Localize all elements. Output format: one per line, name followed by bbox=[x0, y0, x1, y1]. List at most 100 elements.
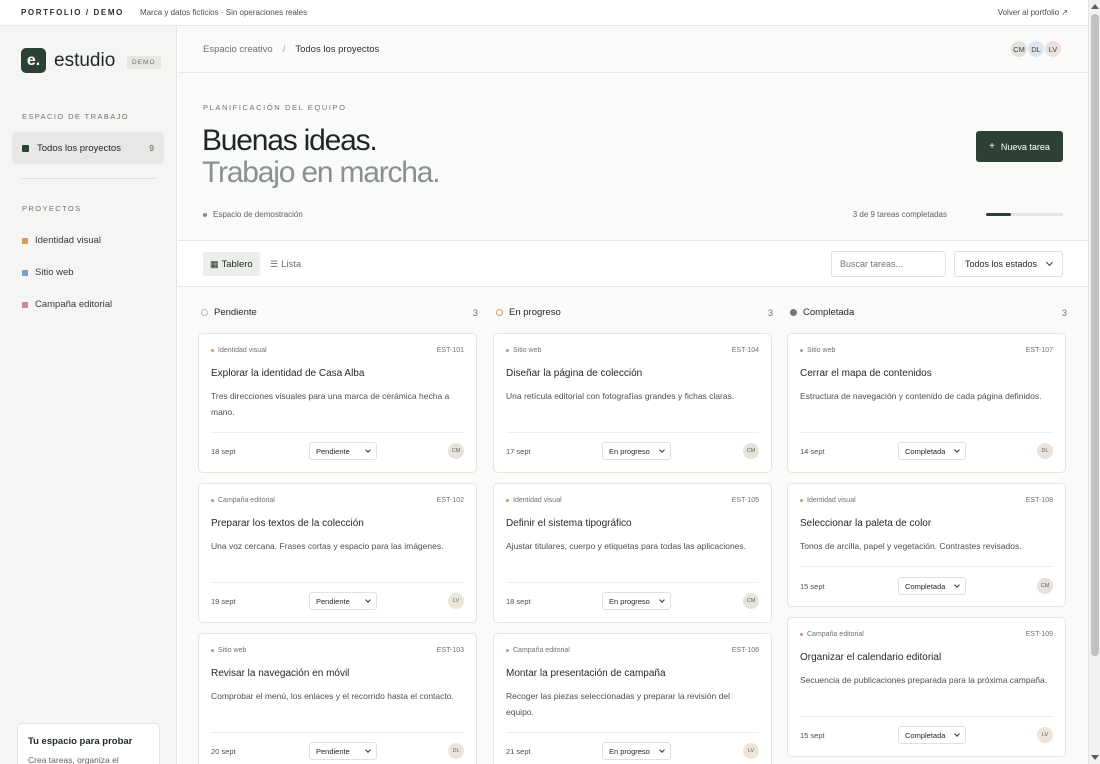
sidebar-item-label: Identidad visual bbox=[35, 235, 102, 246]
folder-icon bbox=[22, 144, 29, 152]
task-card[interactable]: Campaña editorial EST-102 Preparar los tex… bbox=[198, 483, 477, 623]
try-card-title: Tu espacio para probar bbox=[28, 736, 133, 747]
task-assignee-avatar[interactable]: CM bbox=[743, 593, 759, 609]
breadcrumb: Espacio creativo / Todos los proyectos bbox=[203, 44, 379, 55]
status-icon bbox=[201, 309, 208, 316]
avatar[interactable]: CM bbox=[1010, 40, 1028, 58]
tab-label: Tablero bbox=[221, 258, 253, 270]
task-tag: Campaña editorial bbox=[211, 497, 275, 504]
sidebar-item-label: Campaña editorial bbox=[35, 299, 113, 310]
task-assignee-avatar[interactable]: LV bbox=[1037, 727, 1053, 743]
task-status-value: En progreso bbox=[609, 596, 650, 606]
task-title[interactable]: Preparar los textos de la colección bbox=[211, 518, 364, 529]
task-status-select[interactable]: Pendiente bbox=[309, 742, 377, 760]
task-status-value: Completada bbox=[905, 581, 946, 591]
breadcrumb-item[interactable]: Espacio creativo bbox=[203, 44, 273, 55]
app-logo[interactable]: e. estudio bbox=[21, 48, 115, 73]
task-assignee-avatar[interactable]: LV bbox=[448, 593, 464, 609]
task-card[interactable]: Sitio web EST-104 Diseñar la página de col… bbox=[493, 333, 772, 473]
tab-board[interactable]: ▦ Tablero bbox=[203, 252, 260, 276]
task-tag-label: Campaña editorial bbox=[807, 631, 864, 638]
task-status-select[interactable]: Pendiente bbox=[309, 442, 377, 460]
task-code: EST-107 bbox=[1025, 347, 1053, 354]
task-assignee-avatar[interactable]: CM bbox=[448, 443, 464, 459]
project-dot-icon bbox=[506, 349, 509, 352]
task-tag: Campaña editorial bbox=[800, 631, 864, 638]
task-status-select[interactable]: Completada bbox=[898, 726, 966, 744]
scroll-up-icon[interactable] bbox=[1091, 4, 1099, 9]
sidebar-item-all-projects[interactable]: Todos los proyectos 9 bbox=[12, 132, 164, 164]
column-count: 3 bbox=[767, 307, 773, 318]
task-assignee-avatar[interactable]: DL bbox=[1037, 443, 1053, 459]
sidebar-item-sitio-web[interactable]: Sitio web bbox=[22, 267, 74, 278]
status-filter-select[interactable]: Todos los estados bbox=[954, 251, 1063, 277]
task-description: Tres direcciones visuales para una marca… bbox=[211, 391, 450, 417]
task-status-value: Completada bbox=[905, 446, 946, 456]
task-code: EST-102 bbox=[436, 497, 464, 504]
task-title[interactable]: Revisar la navegación en móvil bbox=[211, 668, 349, 679]
task-code: EST-101 bbox=[436, 347, 464, 354]
page-title: Buenas ideas. bbox=[202, 124, 378, 157]
scroll-down-icon[interactable] bbox=[1091, 755, 1099, 760]
task-status-select[interactable]: En progreso bbox=[602, 742, 671, 760]
card-divider bbox=[506, 582, 759, 583]
task-code: EST-105 bbox=[731, 497, 759, 504]
task-card[interactable]: Identidad visual EST-108 Seleccionar la pa… bbox=[787, 483, 1066, 607]
chevron-down-icon bbox=[365, 596, 371, 603]
avatar[interactable]: DL bbox=[1027, 40, 1045, 58]
task-tag-label: Campaña editorial bbox=[218, 497, 275, 504]
task-title[interactable]: Organizar el calendario editorial bbox=[800, 652, 941, 663]
search-input[interactable] bbox=[831, 251, 946, 277]
task-status-select[interactable]: Completada bbox=[898, 442, 966, 460]
task-card[interactable]: Identidad visual EST-101 Explorar la ident… bbox=[198, 333, 477, 473]
task-due-date: 20 sept bbox=[211, 747, 236, 756]
task-tag: Sitio web bbox=[211, 647, 246, 654]
breadcrumb-current: Todos los proyectos bbox=[295, 44, 380, 55]
task-title[interactable]: Diseñar la página de colección bbox=[506, 368, 642, 379]
task-card[interactable]: Campaña editorial EST-109 Organizar el cal… bbox=[787, 617, 1066, 757]
chevron-down-icon bbox=[365, 446, 371, 453]
task-status-value: Pendiente bbox=[316, 746, 350, 756]
project-dot-icon bbox=[506, 499, 509, 502]
try-space-card: Tu espacio para probar Crea tareas, orga… bbox=[17, 723, 160, 764]
task-title[interactable]: Definir el sistema tipográfico bbox=[506, 518, 632, 529]
task-assignee-avatar[interactable]: LV bbox=[743, 743, 759, 759]
task-status-value: Pendiente bbox=[316, 596, 350, 606]
column-header: Completada 3 bbox=[790, 307, 1067, 318]
task-description: Comprobar el menú, los enlaces y el reco… bbox=[211, 691, 454, 701]
task-title[interactable]: Explorar la identidad de Casa Alba bbox=[211, 368, 364, 379]
task-assignee-avatar[interactable]: DL bbox=[448, 743, 464, 759]
task-card[interactable]: Sitio web EST-107 Cerrar el mapa de conten… bbox=[787, 333, 1066, 473]
progress-fill bbox=[986, 213, 1012, 216]
logo-name: estudio bbox=[54, 49, 116, 71]
task-title[interactable]: Montar la presentación de campaña bbox=[506, 668, 666, 679]
task-description: Estructura de navegación y contenido de … bbox=[800, 391, 1042, 401]
new-task-button[interactable]: + Nueva tarea bbox=[976, 131, 1063, 162]
scroll-thumb[interactable] bbox=[1091, 14, 1099, 656]
task-card[interactable]: Sitio web EST-103 Revisar la navegación en… bbox=[198, 633, 477, 764]
task-status-select[interactable]: Pendiente bbox=[309, 592, 377, 610]
task-assignee-avatar[interactable]: CM bbox=[1037, 578, 1053, 594]
task-status-select[interactable]: Completada bbox=[898, 577, 966, 595]
task-code: EST-109 bbox=[1025, 631, 1053, 638]
sidebar-item-campana-editorial[interactable]: Campaña editorial bbox=[22, 299, 112, 310]
sidebar-item-identidad-visual[interactable]: Identidad visual bbox=[22, 235, 101, 246]
task-title[interactable]: Seleccionar la paleta de color bbox=[800, 518, 931, 529]
task-status-select[interactable]: En progreso bbox=[602, 592, 671, 610]
sidebar-item-label: Sitio web bbox=[35, 267, 74, 278]
task-title[interactable]: Cerrar el mapa de contenidos bbox=[800, 368, 932, 379]
project-dot-icon bbox=[506, 649, 509, 652]
task-assignee-avatar[interactable]: CM bbox=[743, 443, 759, 459]
chevron-down-icon bbox=[659, 596, 665, 603]
task-card[interactable]: Campaña editorial EST-106 Montar la presen… bbox=[493, 633, 772, 764]
avatar[interactable]: LV bbox=[1044, 40, 1062, 58]
task-status-select[interactable]: En progreso bbox=[602, 442, 671, 460]
task-card[interactable]: Identidad visual EST-105 Definir el sistem… bbox=[493, 483, 772, 623]
task-due-date: 17 sept bbox=[506, 447, 531, 456]
card-divider bbox=[211, 582, 464, 583]
task-tag: Identidad visual bbox=[506, 497, 562, 504]
back-to-portfolio-link[interactable]: Volver al portfolio ↗ bbox=[998, 8, 1068, 17]
tab-list[interactable]: ☰ Lista bbox=[263, 252, 308, 276]
vertical-scrollbar[interactable] bbox=[1088, 0, 1100, 764]
sidebar-divider bbox=[22, 178, 156, 179]
